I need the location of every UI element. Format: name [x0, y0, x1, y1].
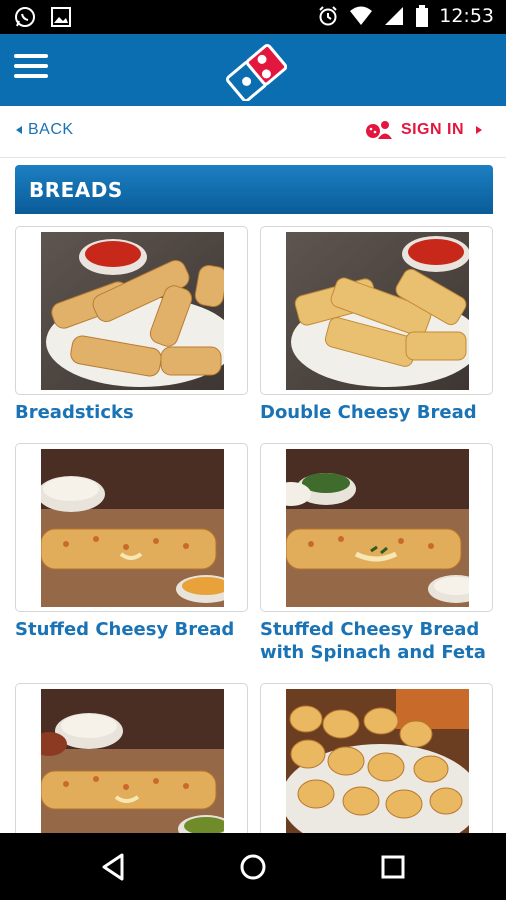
breadsticks-photo	[41, 232, 224, 390]
product-name[interactable]: Stuffed Cheesy Bread	[15, 618, 248, 641]
product-name[interactable]: Stuffed Cheesy Bread with Spinach and Fe…	[260, 618, 493, 664]
stuffed-cheesy-bread-photo	[41, 449, 224, 607]
recents-square-icon[interactable]	[375, 849, 411, 885]
wifi-icon	[350, 6, 373, 25]
product-image-frame	[15, 683, 248, 844]
product-name[interactable]: Breadsticks	[15, 401, 248, 424]
product-image-frame	[260, 226, 493, 395]
home-circle-icon[interactable]	[235, 849, 271, 885]
sign-in-user-icon	[365, 121, 392, 139]
whatsapp-icon	[15, 7, 35, 27]
app-header	[0, 34, 506, 106]
product-image-frame	[260, 683, 493, 844]
double-cheesy-bread-photo	[286, 232, 469, 390]
product-card-6[interactable]	[260, 683, 493, 844]
hamburger-menu-icon[interactable]	[14, 54, 48, 82]
product-card-stuffed-cheesy-bread-spinach-feta[interactable]: Stuffed Cheesy Bread with Spinach and Fe…	[260, 443, 493, 664]
sign-in-label: SIGN IN	[400, 121, 464, 138]
product-card-breadsticks[interactable]: Breadsticks	[15, 226, 248, 424]
alarm-icon	[319, 6, 337, 26]
nav-row: BACK SIGN IN	[0, 106, 506, 158]
back-link[interactable]: BACK	[16, 121, 74, 139]
product-card-double-cheesy-bread[interactable]: Double Cheesy Bread	[260, 226, 493, 424]
product-image-frame	[15, 226, 248, 395]
image-icon	[51, 7, 71, 27]
signal-icon	[385, 7, 404, 25]
back-triangle-icon[interactable]	[96, 849, 132, 885]
back-label: BACK	[28, 121, 74, 138]
status-time: 12:53	[439, 5, 494, 27]
status-bar: 12:53	[0, 0, 506, 34]
android-nav-bar	[0, 833, 506, 900]
section-header: BREADS	[15, 165, 493, 214]
stuffed-cheesy-bread-bacon-jalapeno-photo	[41, 689, 224, 844]
back-arrow-icon	[16, 126, 22, 134]
battery-icon	[416, 5, 429, 27]
product-image-frame	[260, 443, 493, 612]
sign-in-arrow-icon	[476, 126, 482, 134]
section-title: BREADS	[29, 178, 123, 202]
sign-in-link[interactable]: SIGN IN	[365, 120, 482, 140]
product-card-stuffed-cheesy-bread[interactable]: Stuffed Cheesy Bread	[15, 443, 248, 641]
stuffed-cheesy-bread-spinach-feta-photo	[286, 449, 469, 607]
parmesan-bread-bites-photo	[286, 689, 469, 844]
dominos-logo[interactable]	[221, 39, 287, 101]
product-card-5[interactable]	[15, 683, 248, 844]
product-name[interactable]: Double Cheesy Bread	[260, 401, 493, 424]
product-image-frame	[15, 443, 248, 612]
